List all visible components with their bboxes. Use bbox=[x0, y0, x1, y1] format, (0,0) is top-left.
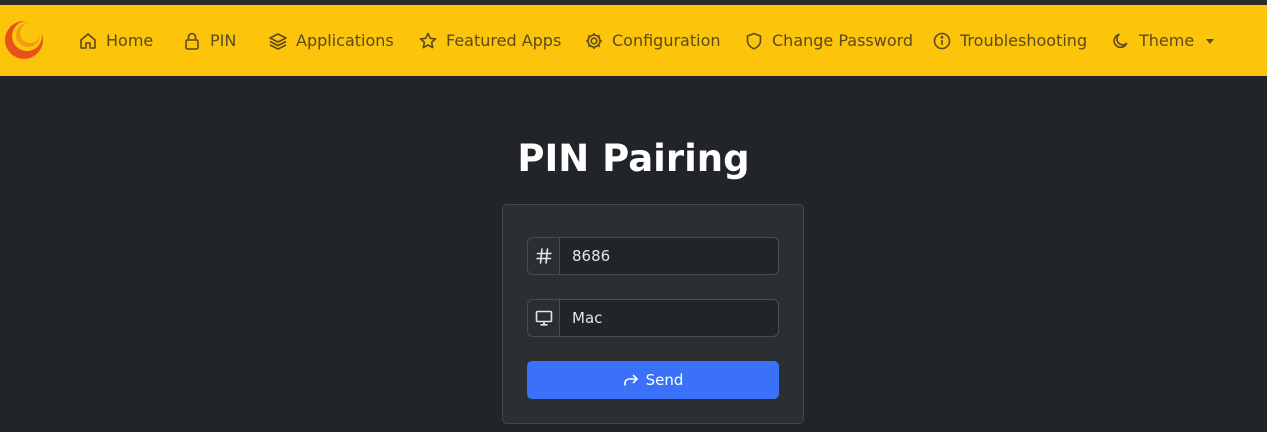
share-arrow-icon bbox=[623, 374, 638, 386]
info-icon bbox=[933, 32, 951, 49]
navbar: Home PIN Applications Featured Apps Conf… bbox=[0, 5, 1267, 76]
nav-applications-label: Applications bbox=[296, 31, 394, 50]
page-title: PIN Pairing bbox=[517, 137, 750, 180]
device-addon bbox=[527, 299, 559, 337]
home-icon bbox=[80, 32, 96, 49]
nav-theme-dropdown[interactable]: Theme bbox=[1111, 5, 1215, 76]
gear-icon bbox=[586, 32, 602, 49]
lock-icon bbox=[185, 32, 199, 50]
moon-icon bbox=[1113, 33, 1128, 48]
star-icon bbox=[419, 32, 437, 48]
nav-applications[interactable]: Applications bbox=[268, 5, 394, 76]
send-button[interactable]: Send bbox=[527, 361, 779, 399]
shield-icon bbox=[746, 32, 762, 50]
monitor-icon bbox=[535, 310, 552, 326]
nav-home[interactable]: Home bbox=[78, 5, 153, 76]
nav-configuration-label: Configuration bbox=[612, 31, 721, 50]
nav-theme-label: Theme bbox=[1139, 31, 1195, 50]
device-input-group bbox=[527, 299, 779, 337]
pin-input-group bbox=[527, 237, 779, 275]
nav-featured-apps-label: Featured Apps bbox=[446, 31, 562, 50]
nav-change-password[interactable]: Change Password bbox=[744, 5, 913, 76]
nav-pin[interactable]: PIN bbox=[182, 5, 236, 76]
hash-icon bbox=[535, 248, 552, 264]
layers-icon bbox=[269, 32, 287, 50]
nav-troubleshooting[interactable]: Troubleshooting bbox=[932, 5, 1087, 76]
nav-featured-apps[interactable]: Featured Apps bbox=[418, 5, 561, 76]
nav-pin-label: PIN bbox=[210, 31, 237, 50]
chevron-down-icon bbox=[1206, 38, 1215, 44]
nav-change-password-label: Change Password bbox=[772, 31, 914, 50]
nav-configuration[interactable]: Configuration bbox=[584, 5, 721, 76]
device-name-input[interactable] bbox=[559, 299, 779, 337]
nav-home-label: Home bbox=[106, 31, 154, 50]
nav-troubleshooting-label: Troubleshooting bbox=[960, 31, 1088, 50]
logo-icon[interactable] bbox=[2, 18, 46, 62]
pin-input[interactable] bbox=[559, 237, 779, 275]
pin-addon bbox=[527, 237, 559, 275]
pin-form-card: Send bbox=[502, 204, 804, 424]
send-button-label: Send bbox=[645, 371, 684, 389]
